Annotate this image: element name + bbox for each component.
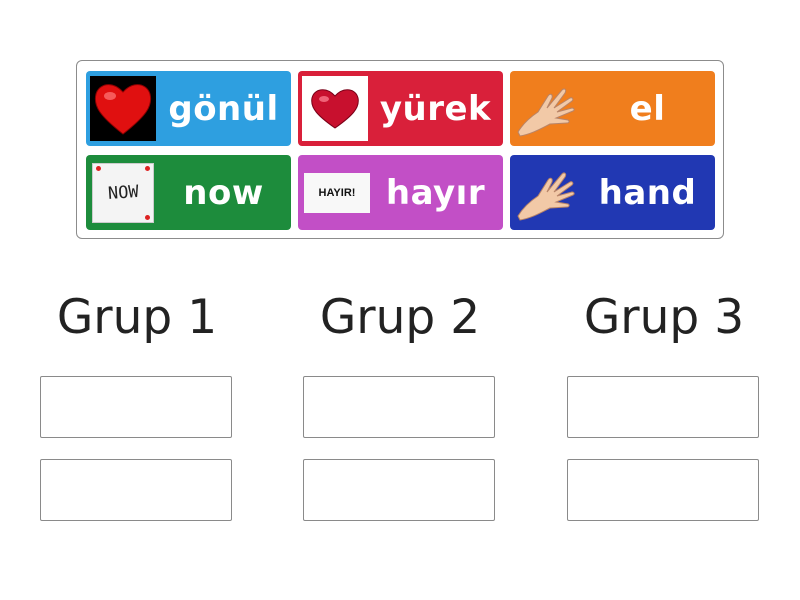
heart-icon [90,76,156,141]
drop-slot[interactable] [567,459,759,521]
drop-slot[interactable] [40,376,232,438]
tile-label: el [629,88,666,129]
group-title-3: Grup 3 [583,290,745,345]
tile-label: now [183,172,264,213]
answer-tray: gönül yürek el NOW now HAYIR! hayır hand [76,60,724,239]
tile-label: yürek [379,88,492,129]
drop-slot[interactable] [567,376,759,438]
tile-hand[interactable]: hand [510,155,715,230]
drop-slot[interactable] [303,376,495,438]
tile-gonul[interactable]: gönül [86,71,291,146]
tile-label: hayır [385,172,486,213]
tile-label: hand [598,172,697,213]
tile-yurek[interactable]: yürek [298,71,503,146]
hand-icon [514,160,580,225]
hand-icon [514,76,580,141]
now-note-text: NOW [106,181,140,204]
tile-label: gönül [168,88,279,129]
tile-hayir[interactable]: HAYIR! hayır [298,155,503,230]
group-title-2: Grup 2 [319,290,481,345]
drop-slot[interactable] [303,459,495,521]
now-note-icon: NOW [90,160,156,225]
tile-el[interactable]: el [510,71,715,146]
drop-slot[interactable] [40,459,232,521]
hayir-sign-text: HAYIR! [318,186,356,199]
tile-now[interactable]: NOW now [86,155,291,230]
group-title-1: Grup 1 [56,290,218,345]
hayir-sign-icon: HAYIR! [304,160,370,225]
heart-icon [302,76,368,141]
